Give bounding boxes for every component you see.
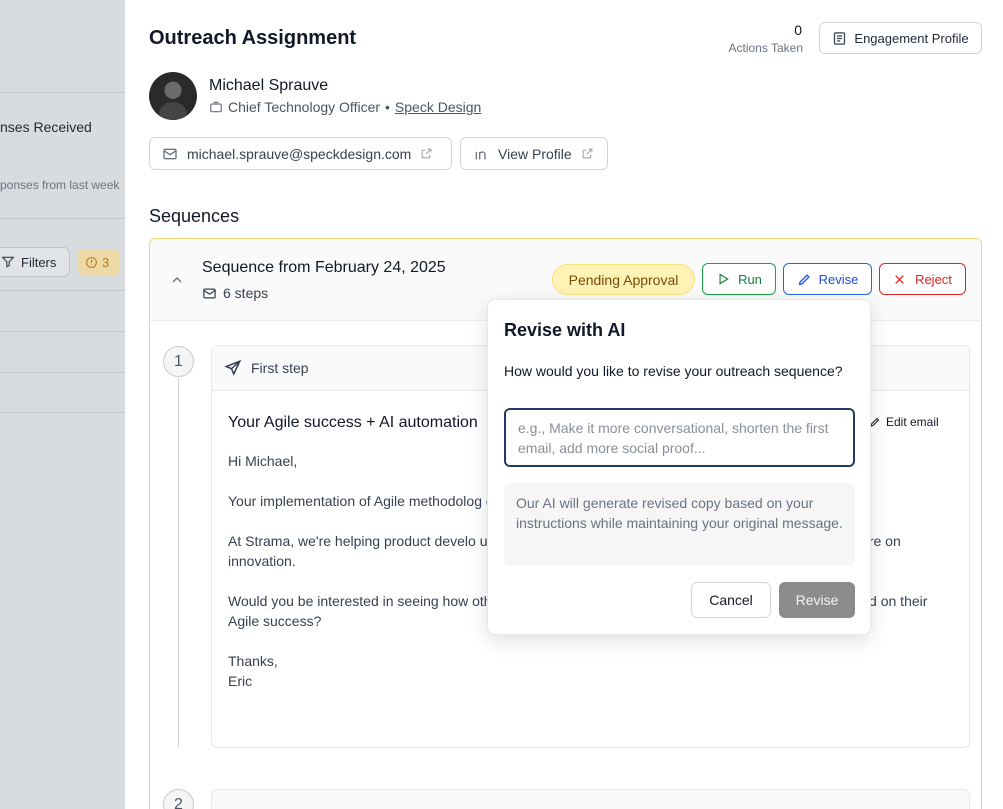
divider	[0, 412, 125, 413]
send-icon	[224, 359, 242, 377]
contact-email: michael.sprauve@speckdesign.com	[187, 145, 412, 162]
external-link-icon	[420, 147, 433, 160]
revise-info-note: Our AI will generate revised copy based …	[504, 483, 855, 566]
reject-label: Reject	[915, 271, 952, 287]
email-subject: Your Agile success + AI automation	[228, 414, 478, 431]
briefcase-icon	[209, 100, 223, 114]
timeline-line	[178, 378, 179, 748]
play-icon	[716, 272, 730, 286]
alert-circle-icon	[85, 256, 98, 269]
view-profile-chip[interactable]: View Profile	[460, 137, 608, 170]
linkedin-icon	[473, 146, 489, 162]
view-profile-label: View Profile	[498, 145, 572, 162]
filters-button[interactable]: Filters	[0, 247, 70, 277]
engagement-profile-button[interactable]: Engagement Profile	[819, 22, 982, 54]
email-signoff: Thanks,	[228, 653, 278, 669]
actions-taken-label: Actions Taken	[728, 41, 804, 55]
sequences-heading: Sequences	[149, 206, 240, 226]
mail-icon	[202, 286, 217, 301]
reject-button[interactable]: Reject	[879, 263, 966, 295]
divider	[0, 372, 125, 373]
revise-button[interactable]: Revise	[783, 263, 872, 295]
divider	[0, 331, 125, 332]
divider	[0, 218, 125, 219]
run-button[interactable]: Run	[702, 263, 776, 295]
chevron-up-icon[interactable]	[169, 272, 185, 288]
step-label: First step	[251, 360, 309, 376]
profile-card-icon	[832, 31, 847, 46]
step-number: 1	[163, 346, 194, 377]
cancel-button[interactable]: Cancel	[691, 582, 771, 618]
steps-count: 6 steps	[223, 285, 269, 301]
status-badge: Pending Approval	[552, 264, 695, 295]
close-icon	[893, 273, 906, 286]
popover-title: Revise with AI	[504, 320, 626, 340]
step-number: 2	[163, 789, 194, 809]
sequence-steps: 6 steps	[202, 285, 268, 301]
edit-email-label: Edit email	[886, 415, 939, 429]
company-link[interactable]: Speck Design	[395, 99, 481, 115]
warning-count: 3	[102, 254, 110, 270]
actions-taken-count: 0	[794, 22, 802, 38]
role-separator: •	[385, 99, 390, 115]
revise-question-label: How would you like to revise your outrea…	[504, 363, 843, 379]
step-card	[211, 789, 970, 809]
filters-label: Filters	[21, 254, 57, 270]
revise-instructions-input[interactable]	[504, 408, 855, 467]
sequence-title: Sequence from February 24, 2025	[202, 259, 446, 276]
warning-badge[interactable]: 3	[78, 249, 120, 275]
left-panel: nses Received ponses from last week Filt…	[0, 0, 125, 809]
engagement-profile-label: Engagement Profile	[854, 30, 969, 46]
external-link-icon	[581, 147, 594, 160]
pencil-icon	[797, 272, 812, 287]
avatar	[149, 72, 197, 120]
contact-role: Chief Technology Officer	[228, 99, 381, 115]
contact-role-line: Chief Technology Officer • Speck Design	[209, 99, 481, 115]
responses-subtitle: ponses from last week	[0, 178, 120, 192]
revise-ai-popover: Revise with AI How would you like to rev…	[487, 299, 871, 635]
divider	[0, 290, 125, 291]
revise-label: Revise	[818, 271, 859, 287]
mail-icon	[162, 146, 178, 162]
divider	[0, 92, 125, 93]
email-chip[interactable]: michael.sprauve@speckdesign.com	[149, 137, 452, 170]
submit-revise-button[interactable]: Revise	[779, 582, 855, 618]
edit-email-button[interactable]: Edit email	[869, 415, 939, 429]
run-label: Run	[738, 271, 762, 287]
page-title: Outreach Assignment	[149, 27, 357, 49]
responses-title: nses Received	[0, 119, 92, 135]
filter-icon	[1, 255, 15, 269]
email-signature: Eric	[228, 673, 253, 689]
contact-name: Michael Sprauve	[209, 77, 329, 94]
